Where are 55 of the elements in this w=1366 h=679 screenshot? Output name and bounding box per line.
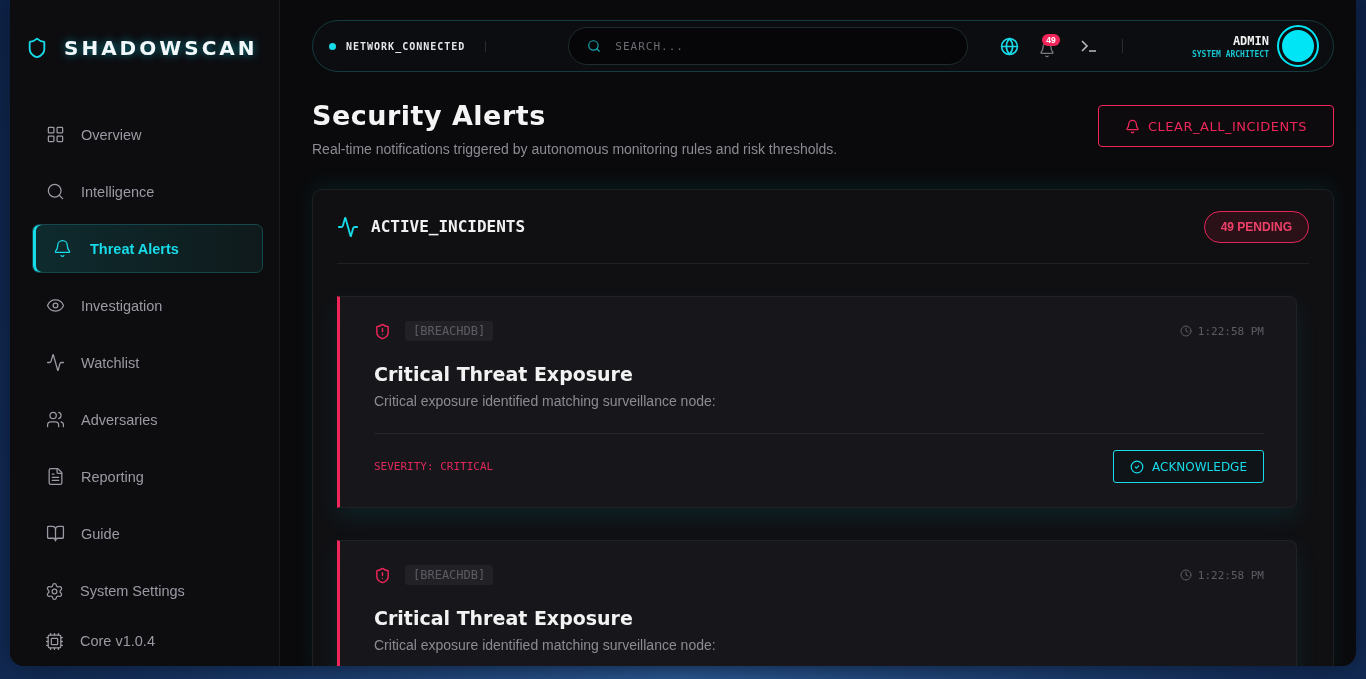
acknowledge-button[interactable]: ACKNOWLEDGE	[1113, 450, 1264, 483]
terminal-icon[interactable]	[1080, 39, 1124, 53]
clock-icon	[1179, 325, 1192, 337]
gear-icon	[45, 581, 64, 601]
source-tag: [BREACHDB]	[405, 565, 494, 585]
globe-icon[interactable]	[1000, 36, 1020, 56]
search-field[interactable]: SEARCH...	[568, 27, 969, 65]
search-icon	[587, 39, 602, 53]
alert-title: Critical Threat Exposure	[374, 363, 634, 385]
alert-description: Critical exposure identified matching surveillance node:	[374, 393, 717, 409]
user-role: SYSTEM ARCHITECT	[1191, 49, 1269, 59]
sidebar-item[interactable]: Intelligence	[32, 167, 263, 216]
shield-icon	[26, 37, 48, 59]
clock-icon	[1179, 569, 1192, 581]
book-icon	[46, 524, 65, 543]
notification-count: 49	[1042, 34, 1060, 46]
page-title: Security Alerts	[312, 100, 547, 131]
page-subtitle: Real-time notifications triggered by autonomous monitoring rules and risk thresholds.	[312, 141, 838, 157]
sidebar-item[interactable]: Guide	[32, 509, 263, 558]
search-icon	[46, 182, 65, 201]
shield-alert-icon	[374, 322, 391, 340]
users-icon	[46, 410, 65, 429]
sidebar-item[interactable]: Watchlist	[32, 338, 263, 387]
pulse-icon	[337, 215, 359, 238]
sidebar-item[interactable]: Adversaries	[32, 395, 263, 444]
panel-title: ACTIVE_INCIDENTS	[371, 217, 526, 236]
alert-time: 1:22:58 PM	[1197, 568, 1264, 582]
sidebar-item[interactable]: System Settings	[32, 566, 263, 616]
document-icon	[46, 467, 65, 486]
alert-description: Critical exposure identified matching surveillance node:	[374, 637, 717, 653]
eye-icon	[46, 296, 65, 315]
grid-icon	[46, 125, 65, 144]
sidebar-item[interactable]: Reporting	[32, 452, 263, 501]
check-circle-icon	[1130, 459, 1145, 474]
pending-count: 49 PENDING	[1203, 210, 1309, 243]
chip-icon	[45, 631, 64, 651]
alert-time: 1:22:58 PM	[1197, 324, 1264, 338]
sidebar-item[interactable]: Overview	[32, 110, 263, 159]
source-tag: [BREACHDB]	[405, 321, 494, 341]
sidebar-item[interactable]: Threat Alerts	[32, 224, 263, 273]
clear-all-button[interactable]: CLEAR_ALL_INCIDENTS	[1098, 105, 1334, 147]
avatar[interactable]	[1279, 27, 1317, 65]
bell-icon	[53, 239, 72, 258]
user-name: ADMIN	[1231, 33, 1269, 48]
status-dot	[329, 42, 336, 50]
severity-label: SEVERITY: CRITICAL	[374, 460, 494, 473]
shield-alert-icon	[374, 566, 391, 584]
search-input[interactable]: SEARCH...	[613, 38, 950, 54]
pulse-icon	[46, 353, 65, 372]
network-status: NETWORK_CONNECTED	[346, 40, 487, 52]
sidebar-item[interactable]: Investigation	[32, 281, 263, 330]
bell-icon	[1125, 118, 1141, 134]
brand-name: SHADOWSCAN	[64, 36, 258, 60]
alert-title: Critical Threat Exposure	[374, 607, 634, 629]
sidebar-item[interactable]: Core v1.0.4	[32, 616, 263, 666]
